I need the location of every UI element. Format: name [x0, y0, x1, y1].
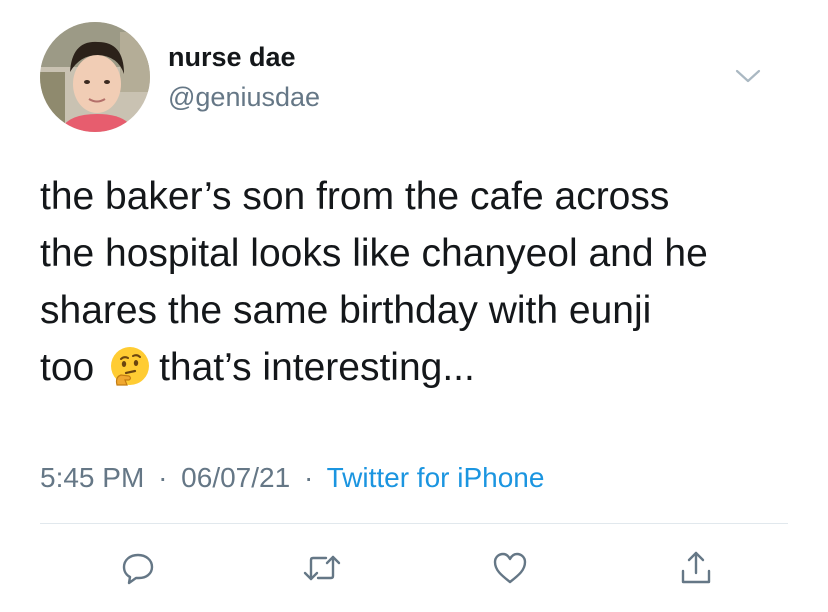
tweet-source-link[interactable]: Twitter for iPhone: [327, 462, 545, 493]
tweet-text-fragment: too: [40, 346, 95, 389]
tweet-text-line: too that’s interesting...: [40, 339, 800, 396]
tweet-date[interactable]: 06/07/21: [181, 462, 290, 493]
avatar[interactable]: [40, 22, 150, 132]
tweet-text-fragment: that’s interesting...: [159, 346, 475, 389]
like-button[interactable]: [490, 548, 530, 588]
tweet-text-line: shares the same birthday with eunji: [40, 289, 652, 332]
reply-icon: [120, 550, 156, 586]
retweet-icon: [302, 550, 342, 586]
tweet-text: the baker’s son from the cafe across the…: [40, 168, 800, 396]
divider: [40, 523, 788, 524]
separator: ·: [303, 462, 314, 493]
tweet-text-line: the baker’s son from the cafe across: [40, 175, 670, 218]
share-button[interactable]: [676, 548, 716, 588]
display-name[interactable]: nurse dae: [168, 42, 296, 73]
reply-button[interactable]: [118, 548, 158, 588]
like-icon: [491, 550, 529, 586]
chevron-down-icon[interactable]: [733, 66, 763, 86]
tweet-text-line: the hospital looks like chanyeol and he: [40, 232, 708, 275]
share-icon: [678, 549, 714, 587]
user-handle[interactable]: @geniusdae: [168, 82, 320, 113]
retweet-button[interactable]: [302, 548, 342, 588]
tweet-meta: 5:45 PM · 06/07/21 · Twitter for iPhone: [40, 462, 544, 494]
thinking-face-icon: [109, 345, 151, 387]
tweet-time[interactable]: 5:45 PM: [40, 462, 144, 493]
separator: ·: [158, 462, 168, 493]
tweet-card: nurse dae @geniusdae the baker’s son fro…: [0, 0, 828, 612]
